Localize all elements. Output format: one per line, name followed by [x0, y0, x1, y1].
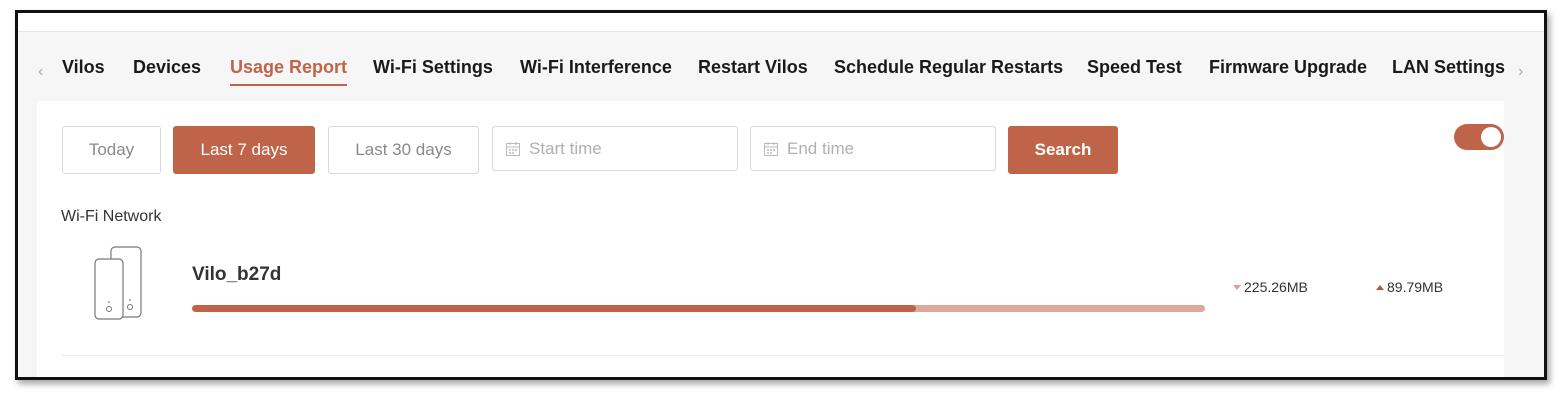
- app-window: ‹ Vilos Devices Usage Report Wi-Fi Setti…: [15, 10, 1547, 380]
- divider: [61, 355, 1504, 356]
- last-7-days-button[interactable]: Last 7 days: [173, 126, 315, 174]
- search-button[interactable]: Search: [1008, 126, 1118, 174]
- router-device-icon: [94, 246, 142, 320]
- network-name: Vilo_b27d: [192, 264, 282, 285]
- start-time-placeholder: Start time: [529, 138, 602, 158]
- toggle-switch[interactable]: [1454, 124, 1504, 150]
- tab-usage-report[interactable]: Usage Report: [230, 57, 348, 86]
- tab-wifi-settings[interactable]: Wi-Fi Settings: [373, 57, 493, 84]
- toggle-knob: [1481, 127, 1501, 147]
- download-stat: 225.26MB: [1233, 279, 1308, 295]
- calendar-icon: [506, 141, 520, 156]
- tab-vilos[interactable]: Vilos: [62, 57, 105, 84]
- section-label-wifi-network: Wi-Fi Network: [61, 208, 162, 223]
- download-value: 225.26MB: [1244, 279, 1308, 295]
- end-time-field[interactable]: End time: [750, 126, 996, 171]
- usage-report-panel: Today Last 7 days Last 30 days Start tim…: [37, 101, 1504, 377]
- last-30-days-button[interactable]: Last 30 days: [328, 126, 479, 174]
- tab-firmware-upgrade[interactable]: Firmware Upgrade: [1209, 57, 1367, 84]
- usage-progress-bar: [192, 305, 1205, 312]
- chevron-right-icon[interactable]: ›: [1518, 63, 1523, 81]
- chevron-left-icon[interactable]: ‹: [38, 63, 43, 81]
- tab-wifi-interference[interactable]: Wi-Fi Interference: [520, 57, 672, 84]
- upload-stat: 89.79MB: [1376, 279, 1443, 295]
- start-time-field[interactable]: Start time: [492, 126, 738, 171]
- triangle-down-icon: [1233, 284, 1241, 290]
- tab-schedule-regular-restarts[interactable]: Schedule Regular Restarts: [834, 57, 1063, 84]
- tab-bar: ‹ Vilos Devices Usage Report Wi-Fi Setti…: [18, 57, 1544, 87]
- triangle-up-icon: [1376, 284, 1384, 290]
- tab-lan-settings[interactable]: LAN Settings: [1392, 57, 1505, 84]
- tab-restart-vilos[interactable]: Restart Vilos: [698, 57, 808, 84]
- tab-speed-test[interactable]: Speed Test: [1087, 57, 1182, 84]
- tab-devices[interactable]: Devices: [133, 57, 201, 84]
- usage-progress-fill: [192, 305, 917, 312]
- top-strip: [18, 13, 1544, 32]
- tab-bar-area: ‹ Vilos Devices Usage Report Wi-Fi Setti…: [18, 32, 1544, 377]
- calendar-icon: [764, 141, 778, 156]
- today-button[interactable]: Today: [62, 126, 161, 174]
- end-time-placeholder: End time: [787, 138, 855, 158]
- upload-value: 89.79MB: [1387, 279, 1444, 295]
